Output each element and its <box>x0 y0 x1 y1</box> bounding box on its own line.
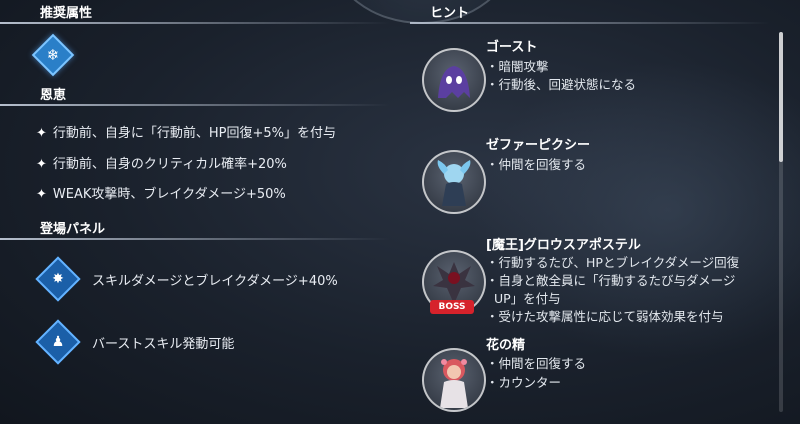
panel-label: スキルダメージとブレイクダメージ+40% <box>92 274 338 289</box>
conditions-panel: 推奨属性 ❄ 恩恵 ✦ 行動前、自身に「行動前、HP回復+5%」を付与 ✦ 行動前、… <box>0 0 400 424</box>
enemy-entry[interactable]: ゴースト ・暗闇攻撃 ・行動後、回避状態になる <box>422 40 772 112</box>
panel-label: バーストスキル発動可能 <box>92 337 235 352</box>
benefits-title: 恩恵 <box>40 88 67 103</box>
enemy-desc: ・暗闇攻撃 <box>486 59 549 74</box>
pixie-icon <box>437 160 471 206</box>
boss-badge: BOSS <box>430 300 474 314</box>
scrollbar-thumb[interactable] <box>779 32 783 162</box>
panels-title: 登場パネル <box>40 222 106 237</box>
enemy-name: ゴースト <box>486 40 538 55</box>
enemy-desc: ・自身と敵全員に「行動するたび与ダメージ <box>486 273 736 288</box>
ice-snowflake-icon: ❄ <box>31 33 75 77</box>
enemy-desc: ・カウンター <box>486 375 562 390</box>
hints-title: ヒント <box>430 6 470 21</box>
enemy-name: ゼファーピクシー <box>486 138 591 153</box>
benefit-item: ✦ WEAK攻撃時、ブレイクダメージ+50% <box>36 183 286 202</box>
enemy-desc: UP」を付与 <box>494 291 561 306</box>
enemy-desc: ・仲間を回復する <box>486 356 587 371</box>
enemy-portrait <box>422 348 486 412</box>
benefit-text: 行動前、自身に「行動前、HP回復+5%」を付与 <box>52 126 337 141</box>
enemy-desc: ・行動後、回避状態になる <box>486 77 637 92</box>
flower-spirit-icon <box>440 359 468 408</box>
divider <box>0 238 390 240</box>
benefit-item: ✦ 行動前、自身に「行動前、HP回復+5%」を付与 <box>36 122 336 141</box>
enemy-desc: ・受けた攻撃属性に応じて弱体効果を付与 <box>486 309 724 324</box>
enemy-name: [魔王]グロウスアポステル <box>486 238 641 253</box>
sparkle-icon: ✦ <box>36 126 47 141</box>
enemy-portrait <box>422 48 486 112</box>
enemy-entry[interactable]: 花の精 ・仲間を回復する ・カウンター <box>422 338 772 412</box>
burst-skill-panel-icon: ♟ <box>35 319 81 365</box>
enemy-entry[interactable]: ゼファーピクシー ・仲間を回復する <box>422 138 772 214</box>
benefit-text: 行動前、自身のクリティカル確率+20% <box>52 157 287 172</box>
enemy-entry-boss[interactable]: BOSS [魔王]グロウスアポステル ・行動するたび、HPとブレイクダメージ回復… <box>422 238 772 324</box>
skill-damage-panel-icon: ✸ <box>35 256 81 302</box>
recommended-attribute-title: 推奨属性 <box>40 6 93 21</box>
sparkle-icon: ✦ <box>36 187 47 202</box>
ghost-icon <box>438 66 470 98</box>
enemy-desc: ・仲間を回復する <box>486 157 587 172</box>
divider <box>410 22 770 24</box>
divider <box>0 104 390 106</box>
benefit-item: ✦ 行動前、自身のクリティカル確率+20% <box>36 153 287 172</box>
sparkle-icon: ✦ <box>36 157 47 172</box>
enemy-name: 花の精 <box>486 338 526 353</box>
enemy-desc: ・行動するたび、HPとブレイクダメージ回復 <box>486 255 740 270</box>
enemy-portrait <box>422 150 486 214</box>
divider <box>0 22 390 24</box>
benefit-text: WEAK攻撃時、ブレイクダメージ+50% <box>52 187 286 202</box>
